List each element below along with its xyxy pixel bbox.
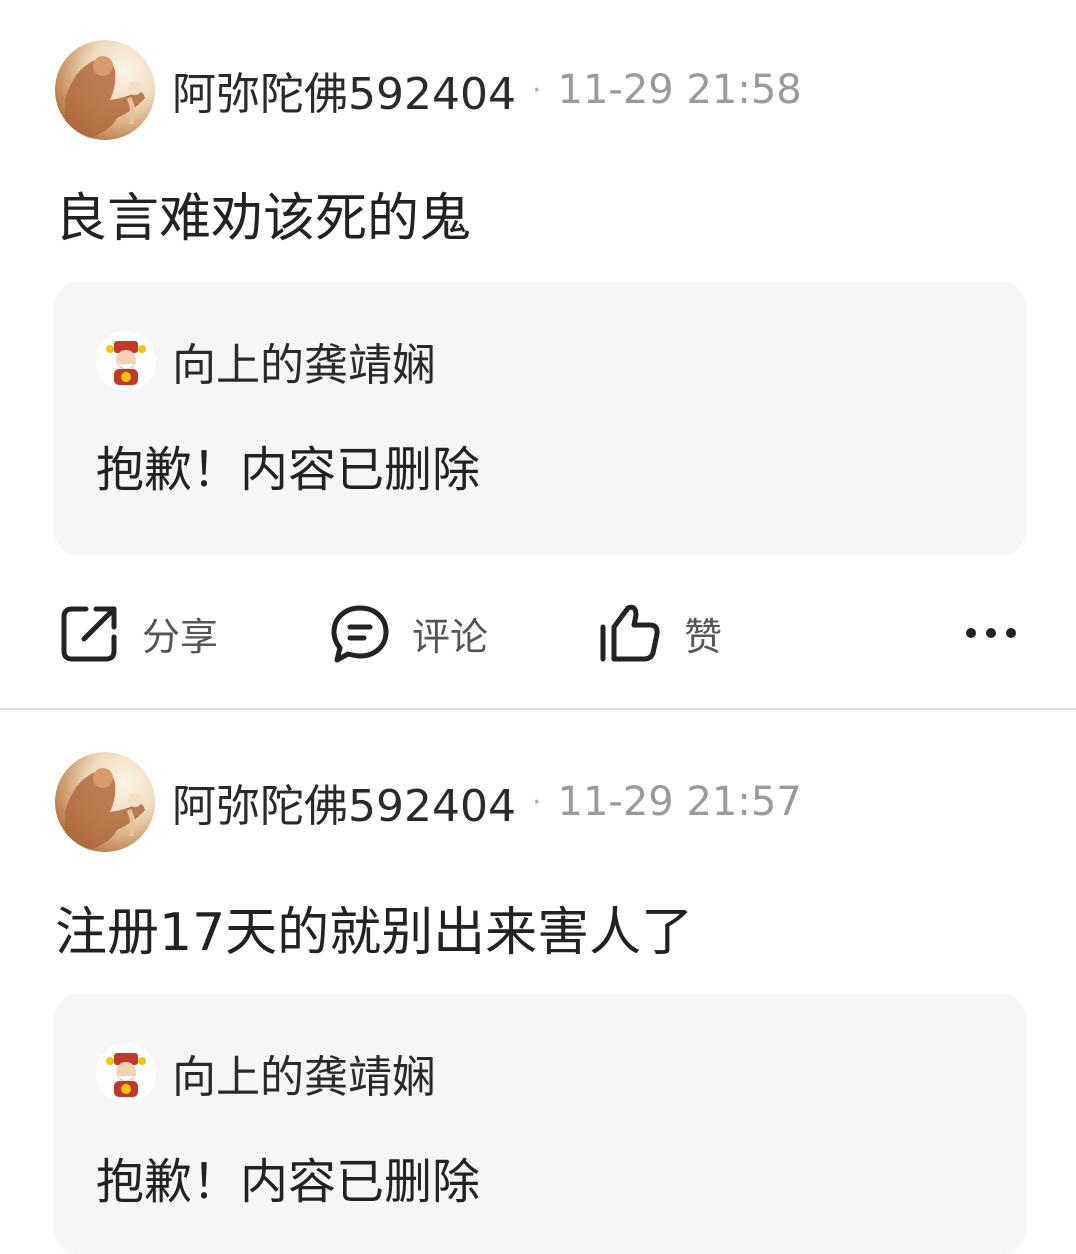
author-name[interactable]: 阿弥陀佛592404 (172, 770, 516, 834)
comment-text: 注册17天的就别出来害人了 (55, 903, 694, 963)
god-of-wealth-avatar-image (106, 341, 146, 385)
comment-item: 阿弥陀佛592404 · 11-29 21:58 良言难劝该死的鬼 向上的龚靖娴… (0, 0, 1076, 708)
separator-dot: · (531, 72, 542, 108)
avatar[interactable] (96, 1043, 156, 1103)
share-icon (61, 606, 117, 662)
comment-item: 阿弥陀佛592404 · 11-29 21:57 注册17天的就别出来害人了 向… (0, 710, 1076, 1254)
quoted-header: 向上的龚靖娴 (96, 1042, 436, 1104)
comment-icon (331, 605, 389, 663)
avatar[interactable] (55, 752, 155, 852)
more-button[interactable] (964, 598, 1018, 668)
like-label: 赞 (684, 614, 723, 659)
quoted-text: 抱歉！内容已删除 (96, 442, 481, 498)
comment-label: 评论 (412, 614, 489, 659)
buddha-avatar-image (65, 56, 145, 140)
quoted-text: 抱歉！内容已删除 (96, 1154, 481, 1210)
share-button[interactable]: 分享 (60, 598, 218, 668)
like-button[interactable]: 赞 (598, 598, 722, 668)
comment-header: 阿弥陀佛592404 · 11-29 21:57 (55, 752, 802, 852)
avatar[interactable] (96, 331, 156, 391)
quoted-comment[interactable]: 向上的龚靖娴 抱歉！内容已删除 (54, 994, 1026, 1254)
quoted-comment[interactable]: 向上的龚靖娴 抱歉！内容已删除 (54, 282, 1026, 555)
separator-dot: · (531, 784, 542, 820)
avatar[interactable] (55, 40, 155, 140)
quoted-author-name[interactable]: 向上的龚靖娴 (172, 1041, 436, 1105)
god-of-wealth-avatar-image (106, 1053, 146, 1097)
timestamp: 11-29 21:58 (557, 67, 802, 113)
quoted-author-name[interactable]: 向上的龚靖娴 (172, 329, 436, 393)
comment-text: 良言难劝该死的鬼 (55, 189, 472, 249)
thumbs-up-icon (600, 604, 660, 662)
share-label: 分享 (142, 614, 219, 659)
quoted-header: 向上的龚靖娴 (96, 330, 436, 392)
action-bar: 分享 评论 赞 (0, 598, 1076, 668)
buddha-avatar-image (65, 768, 145, 852)
timestamp: 11-29 21:57 (557, 779, 802, 825)
more-icon (966, 628, 1016, 638)
comment-button[interactable]: 评论 (330, 598, 488, 668)
comment-header: 阿弥陀佛592404 · 11-29 21:58 (55, 40, 802, 140)
author-name[interactable]: 阿弥陀佛592404 (172, 58, 516, 122)
